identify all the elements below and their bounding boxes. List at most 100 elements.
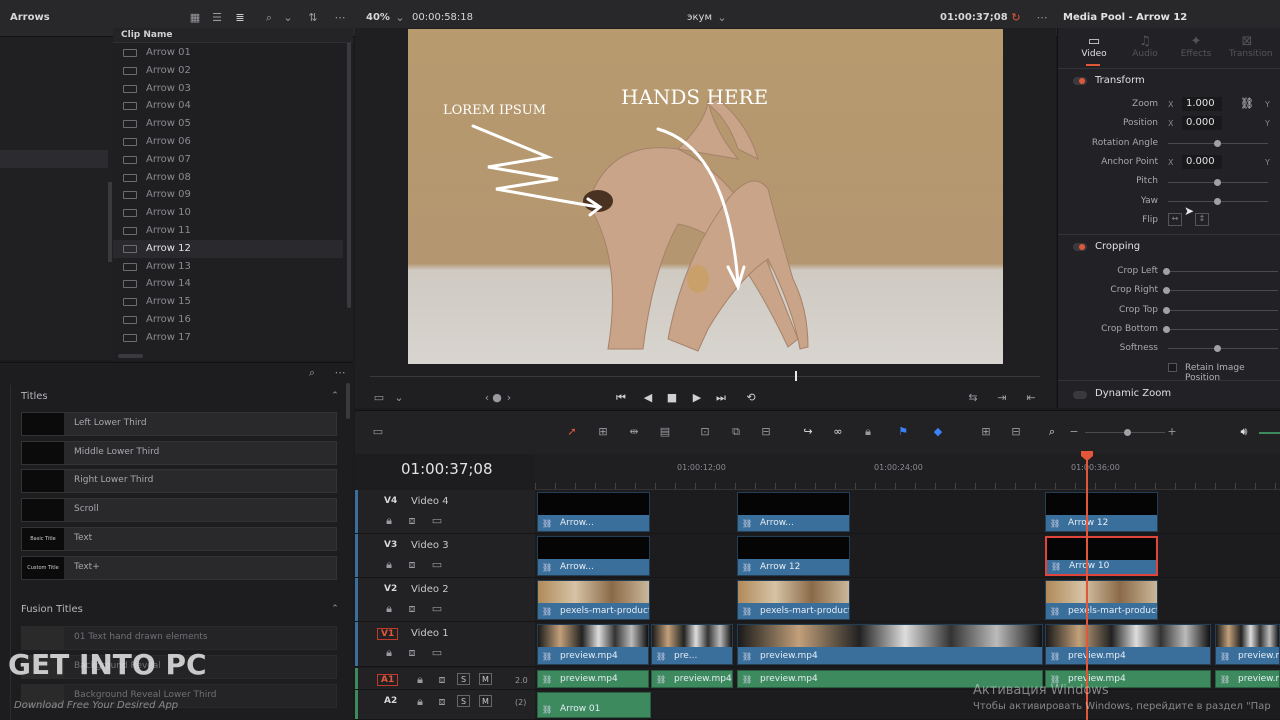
clip-row[interactable]: Arrow 03 — [113, 80, 343, 98]
timeline-clip[interactable]: ⛓ pexels-mart-production... — [537, 580, 650, 620]
anchor-x-field[interactable]: 0.000 — [1182, 155, 1222, 169]
clip-row[interactable]: Arrow 15 — [113, 293, 343, 311]
next-edit-icon[interactable]: ⇥ — [995, 391, 1009, 405]
timeline-clip[interactable]: ⛓ Arrow 10 — [1045, 536, 1158, 576]
zoom-full-icon[interactable]: ⊞ — [979, 425, 993, 439]
auto-select-icon[interactable]: ⧈ — [435, 695, 449, 709]
volume-meter[interactable] — [1259, 432, 1280, 434]
clip-row[interactable]: Arrow 11 — [113, 222, 343, 240]
timeline-clip[interactable]: ⛓ preview.mp4 — [651, 670, 733, 688]
timeline-clip[interactable]: ⛓ Arrow... — [537, 492, 650, 532]
timeline-clip[interactable]: ⛓ preview.mp4 — [737, 624, 1043, 665]
clip-row[interactable]: Arrow 16 — [113, 311, 343, 329]
collapse-fusion-icon[interactable]: ⌃ — [328, 602, 342, 616]
track-visibility-icon[interactable]: ▭ — [430, 646, 444, 660]
crop-left-slider[interactable] — [1168, 271, 1278, 272]
detail-view-icon[interactable]: ≣ — [233, 11, 247, 25]
track-header-a1[interactable]: A1 🔒︎ ⧈ S M 2.0 — [355, 668, 535, 690]
loop-icon[interactable]: ⟲ — [744, 391, 758, 405]
clip-row[interactable]: Arrow 08 — [113, 169, 343, 187]
timeline-clip[interactable]: ⛓ Arrow 01 — [537, 692, 651, 718]
title-effect-item[interactable]: Custom Title Text+ — [21, 555, 337, 580]
track-header-v2[interactable]: V2 Video 2 🔒︎ ⧈ ▭ — [355, 578, 535, 622]
crop-top-knob[interactable] — [1163, 307, 1170, 314]
flip-vertical-icon[interactable]: ↕ — [1195, 213, 1209, 226]
bin-scrollbar[interactable] — [108, 182, 112, 262]
lock-track-icon[interactable]: 🔒︎ — [382, 514, 396, 528]
mute-button[interactable]: M — [479, 695, 492, 707]
track-header-v3[interactable]: V3 Video 3 🔒︎ ⧈ ▭ — [355, 534, 535, 578]
search-icon[interactable]: ⌕ — [262, 11, 276, 25]
timeline-clip[interactable]: ⛓ preview.mp4 — [537, 670, 649, 688]
title-effect-item[interactable]: Scroll — [21, 498, 337, 523]
zoom-out-icon[interactable]: − — [1067, 425, 1081, 439]
solo-button[interactable]: S — [457, 673, 470, 685]
track-visibility-icon[interactable]: ▭ — [430, 514, 444, 528]
link-icon[interactable]: ⛓ — [1240, 97, 1254, 111]
chevron-down-icon[interactable]: ⌄ — [281, 11, 295, 25]
clip-list-hscroll[interactable] — [118, 354, 143, 358]
position-lock-icon[interactable]: 🔒︎ — [861, 425, 875, 439]
volume-icon[interactable]: 🔊︎ — [1237, 425, 1251, 439]
crop-top-slider[interactable] — [1168, 310, 1278, 311]
flip-horizontal-icon[interactable]: ↔ — [1168, 213, 1182, 226]
trim-tool-icon[interactable]: ⊞ — [596, 425, 610, 439]
crop-bottom-knob[interactable] — [1163, 326, 1170, 333]
yaw-knob[interactable] — [1214, 198, 1221, 205]
crop-right-knob[interactable] — [1163, 287, 1170, 294]
marker-icon[interactable]: ◆ — [931, 425, 945, 439]
cropping-heading[interactable]: Cropping — [1095, 241, 1140, 252]
auto-select-icon[interactable]: ⧈ — [405, 602, 419, 616]
solo-button[interactable]: S — [457, 695, 470, 707]
scrubber-playhead[interactable] — [795, 371, 797, 381]
crop-left-knob[interactable] — [1163, 268, 1170, 275]
title-effect-item[interactable]: Left Lower Third — [21, 412, 337, 436]
crop-right-slider[interactable] — [1168, 290, 1278, 291]
zoom-dropdown-icon[interactable]: ⌄ — [393, 11, 407, 25]
list-view-icon[interactable]: ☰ — [210, 11, 224, 25]
timeline-clip[interactable]: ⛓ preview.mp4 — [1045, 624, 1211, 665]
match-frame-icon[interactable]: ⇆ — [966, 391, 980, 405]
timeline-clip[interactable]: ⛓ preview.mp4 — [537, 624, 649, 665]
timeline-ruler[interactable]: 01:00:12;00 01:00:24;00 01:00:36;00 — [535, 454, 1280, 490]
track-header-v1[interactable]: V1 Video 1 🔒︎ ⧈ ▭ — [355, 622, 535, 667]
insert-clip-icon[interactable]: ⊡ — [698, 425, 712, 439]
transform-heading[interactable]: Transform — [1095, 75, 1145, 86]
clip-row[interactable]: Arrow 02 — [113, 62, 343, 80]
auto-select-icon[interactable]: ⧈ — [405, 514, 419, 528]
viewer-more-icon[interactable]: ⋯ — [1035, 11, 1049, 25]
titles-heading[interactable]: Titles — [21, 391, 48, 402]
lock-track-icon[interactable]: 🔒︎ — [382, 558, 396, 572]
fx-search-icon[interactable]: ⌕ — [305, 366, 319, 380]
clip-row[interactable]: Arrow 07 — [113, 151, 343, 169]
stop-icon[interactable]: ■ — [665, 391, 679, 405]
clip-row[interactable]: Arrow 10 — [113, 204, 343, 222]
play-reverse-icon[interactable]: ◀ — [641, 391, 655, 405]
dynamic-zoom-heading[interactable]: Dynamic Zoom — [1095, 388, 1171, 399]
timeline-clip[interactable]: ⛓ pexels-mart-production-... — [737, 580, 850, 620]
timeline-clip[interactable]: ⛓ Arrow... — [537, 536, 650, 576]
track-visibility-icon[interactable]: ▭ — [430, 558, 444, 572]
cropping-toggle[interactable] — [1073, 243, 1087, 251]
zoom-detail-icon[interactable]: ⊟ — [1009, 425, 1023, 439]
timeline-clip[interactable]: ⛓ preview.m — [1215, 624, 1280, 665]
jog-right-icon[interactable]: › — [502, 391, 516, 405]
position-x-field[interactable]: 0.000 — [1182, 116, 1222, 130]
timeline-clip[interactable]: ⛓ pexels-mart-production-... — [1045, 580, 1158, 620]
inspector-tab-video[interactable]: ▭ Video — [1076, 34, 1112, 59]
collapse-titles-icon[interactable]: ⌃ — [328, 389, 342, 403]
timeline-clip[interactable]: ⛓ Arrow 12 — [1045, 492, 1158, 532]
timeline-layout-icon[interactable]: ▭ — [371, 425, 385, 439]
mute-button[interactable]: M — [479, 673, 492, 685]
dynamic-trim-icon[interactable]: ⇹ — [627, 425, 641, 439]
zoom-custom-icon[interactable]: ⌕ — [1045, 425, 1059, 439]
title-effect-item[interactable]: Basic Title Text — [21, 526, 337, 551]
video-frame[interactable]: LOREM IPSUM HANDS HERE — [408, 29, 1003, 364]
zoom-level[interactable]: 40% — [366, 12, 390, 23]
sort-icon[interactable]: ⇅ — [306, 11, 320, 25]
timeline-zoom-knob[interactable] — [1124, 429, 1131, 436]
safe-area-dropdown-icon[interactable]: ⌄ — [392, 391, 406, 405]
clip-row[interactable]: Arrow 17 — [113, 329, 343, 347]
clip-row[interactable]: Arrow 04 — [113, 97, 343, 115]
retain-checkbox[interactable] — [1168, 363, 1177, 372]
